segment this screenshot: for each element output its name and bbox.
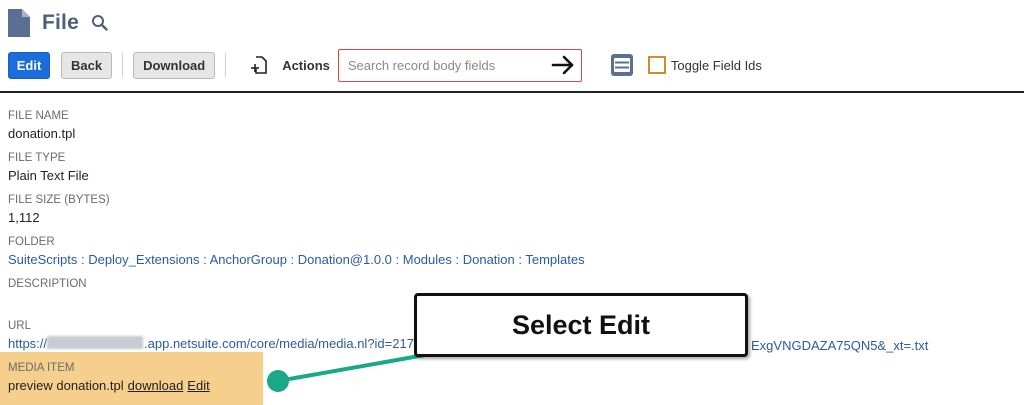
callout-box: Select Edit: [414, 293, 748, 357]
callout-text: Select Edit: [511, 309, 651, 340]
callout-anchor-dot: [267, 370, 289, 392]
